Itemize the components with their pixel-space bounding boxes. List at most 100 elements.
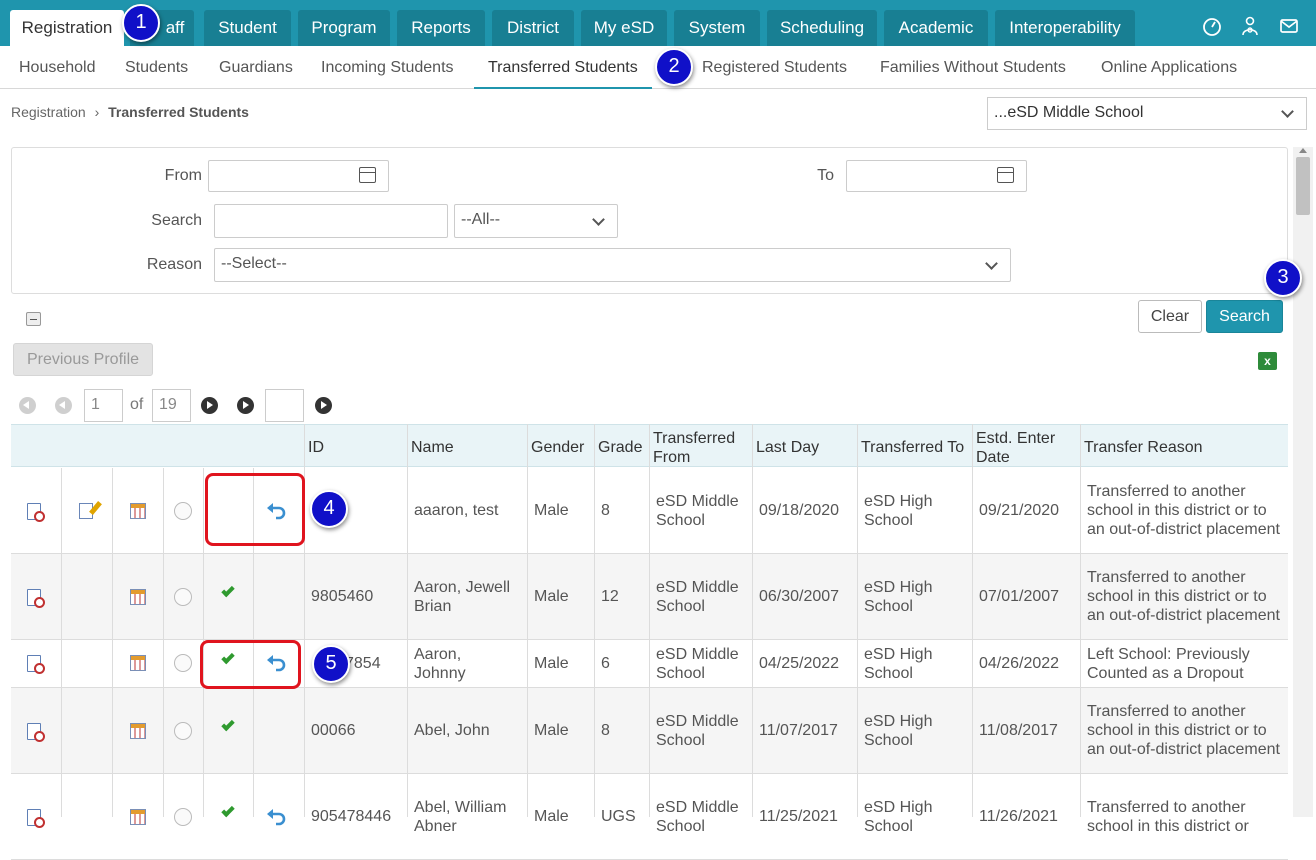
cell-gender: Male [534,502,569,519]
cell-grade: 8 [601,502,610,519]
callout-2: 2 [655,48,693,86]
row-select-radio[interactable] [174,722,192,740]
tab-reports[interactable]: Reports [397,10,485,46]
reason-select[interactable]: --Select-- [214,248,1011,282]
to-date-input[interactable] [846,160,1027,192]
header-transferred-to[interactable]: Transferred To [857,425,967,468]
header-transferred-from[interactable]: Transferred From [649,425,749,468]
row-select-radio[interactable] [174,808,192,826]
clear-button[interactable]: Clear [1138,300,1202,333]
view-document-icon[interactable] [27,809,45,828]
dashboard-icon[interactable] [1202,16,1222,36]
column-divider [1080,424,1081,817]
page-input[interactable]: 1 [84,389,123,422]
tab-scheduling[interactable]: Scheduling [767,10,877,46]
cell-transferred-from: eSD Middle School [656,712,739,749]
header-grade[interactable]: Grade [594,425,649,468]
calendar-icon[interactable] [997,167,1014,183]
column-divider [112,468,113,817]
tab-district[interactable]: District [492,10,574,46]
subnav-guardians[interactable]: Guardians [219,46,293,89]
callout-4: 4 [310,490,348,528]
schedule-grid-icon[interactable] [130,723,146,739]
subnav-registered-students[interactable]: Registered Students [702,46,847,89]
subnav-incoming-students[interactable]: Incoming Students [321,46,454,89]
tab-my-esd[interactable]: My eSD [581,10,667,46]
calendar-icon[interactable] [359,167,376,183]
cell-name[interactable]: Abel, John [407,688,527,773]
tab-system[interactable]: System [674,10,760,46]
excel-export-icon[interactable]: x [1258,352,1277,370]
schedule-grid-icon[interactable] [130,655,146,671]
prev-page-icon[interactable] [55,397,72,414]
highlight-box-row3 [200,640,301,689]
subnav-online-applications[interactable]: Online Applications [1101,46,1237,89]
schedule-grid-icon[interactable] [130,809,146,825]
view-document-icon[interactable] [27,723,45,742]
view-document-icon[interactable] [27,655,45,674]
callout-5: 5 [312,645,350,683]
cell-name[interactable]: Aaron, Johnny [407,640,507,687]
mail-icon[interactable] [1279,16,1299,36]
breadcrumb: Registration › Transferred Students [11,104,249,120]
header-name[interactable]: Name [407,425,527,468]
school-select[interactable]: ...eSD Middle School [987,97,1307,130]
subnav-transferred-students[interactable]: Transferred Students [474,46,652,89]
search-button[interactable]: Search [1206,300,1283,333]
page-size-input[interactable] [265,389,304,422]
go-page-icon[interactable] [315,397,332,414]
scrollbar-thumb[interactable] [1296,157,1310,215]
undo-transfer-icon[interactable] [266,807,288,827]
cell-grade: 6 [601,655,610,672]
from-label: From [164,167,202,184]
cell-estd-enter-date: 07/01/2007 [979,588,1060,605]
header-last-day[interactable]: Last Day [752,425,852,468]
cell-transferred-from: eSD Middle School [656,578,739,615]
scrollbar[interactable] [1293,147,1313,817]
search-input[interactable] [214,204,448,238]
header-estd-enter-date[interactable]: Estd. Enter Date [972,425,1072,468]
scroll-up-icon[interactable] [1299,148,1307,153]
to-label: To [817,167,834,184]
next-page-icon[interactable] [201,397,218,414]
search-scope-value: --All-- [461,211,501,228]
tab-program[interactable]: Program [298,10,390,46]
view-document-icon[interactable] [27,503,45,522]
subnav-household[interactable]: Household [19,46,96,89]
first-page-icon[interactable] [19,397,36,414]
tab-student[interactable]: Student [204,10,291,46]
cell-estd-enter-date: 09/21/2020 [979,502,1060,519]
subnav-students[interactable]: Students [125,46,188,89]
schedule-grid-icon[interactable] [130,503,146,519]
page-of-label: of [130,396,144,413]
header-gender[interactable]: Gender [527,425,594,468]
breadcrumb-root[interactable]: Registration [11,104,86,120]
search-scope-select[interactable]: --All-- [454,204,618,238]
cell-name[interactable]: aaaron, test [407,468,527,553]
column-divider [752,424,753,817]
column-divider [61,468,62,817]
cell-transferred-from: eSD Middle School [656,645,739,682]
row-select-radio[interactable] [174,502,192,520]
cell-grade: 8 [601,722,610,739]
schedule-grid-icon[interactable] [130,589,146,605]
edit-icon[interactable] [79,503,93,519]
tab-interoperability[interactable]: Interoperability [995,10,1135,46]
tab-academic[interactable]: Academic [884,10,988,46]
last-page-icon[interactable] [237,397,254,414]
from-date-input[interactable] [208,160,389,192]
view-document-icon[interactable] [27,589,45,608]
row-select-radio[interactable] [174,654,192,672]
row-select-radio[interactable] [174,588,192,606]
header-transfer-reason[interactable]: Transfer Reason [1080,425,1280,468]
column-divider [649,424,650,817]
previous-profile-button[interactable]: Previous Profile [13,343,153,376]
cell-name[interactable]: Aaron, Jewell Brian [407,554,527,639]
tab-registration[interactable]: Registration [10,10,124,46]
subnav-families-without-students[interactable]: Families Without Students [880,46,1066,89]
header-id[interactable]: ID [304,425,404,468]
collapse-filter-icon[interactable] [26,312,41,326]
users-icon[interactable] [1240,16,1260,36]
page-total: 19 [152,389,191,422]
reason-value: --Select-- [221,255,287,272]
